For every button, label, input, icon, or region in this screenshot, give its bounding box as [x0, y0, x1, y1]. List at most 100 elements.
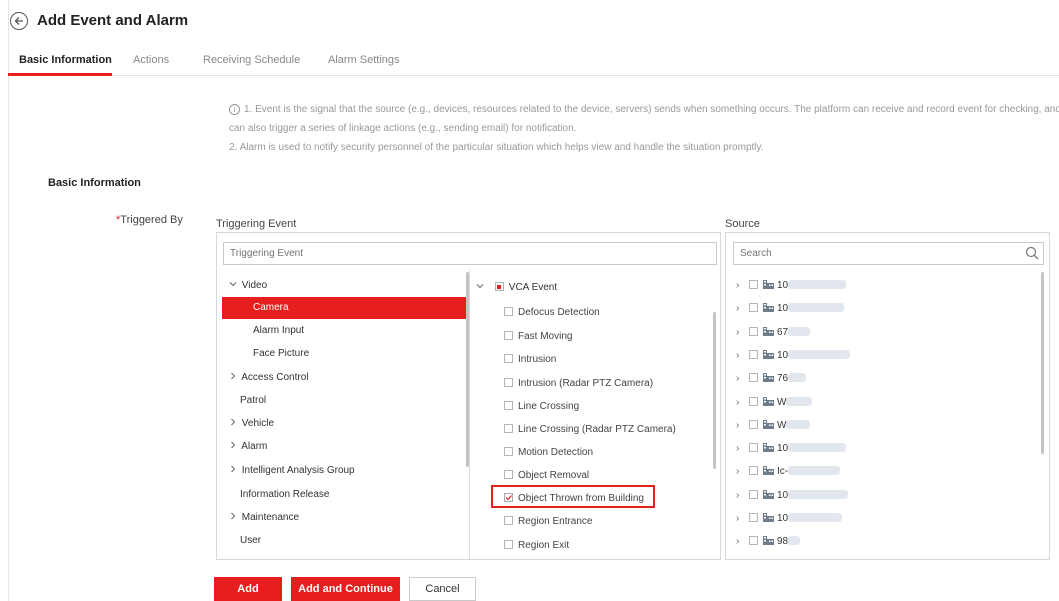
checkbox[interactable] [749, 490, 758, 499]
source-item[interactable]: › 67 [736, 326, 811, 338]
tree-item-access-control[interactable]: Access Control [229, 372, 308, 383]
tree-item-patrol[interactable]: Patrol [240, 395, 266, 406]
checkbox[interactable] [749, 536, 758, 545]
redacted-text [788, 443, 847, 452]
search-icon[interactable] [1025, 246, 1039, 260]
info-line-3: 2. Alarm is used to notify security pers… [229, 142, 764, 153]
event-item[interactable]: Motion Detection [504, 447, 593, 458]
event-group-vca[interactable]: VCA Event [476, 282, 557, 293]
checkbox[interactable] [749, 466, 758, 475]
chevron-right-icon[interactable]: › [736, 280, 749, 291]
checkbox[interactable] [749, 397, 758, 406]
chevron-right-icon[interactable]: › [736, 350, 749, 361]
add-and-continue-button[interactable]: Add and Continue [291, 577, 400, 601]
event-item[interactable]: Fast Moving [504, 331, 572, 342]
tree-item-alarm[interactable]: Alarm [229, 441, 267, 452]
source-item[interactable]: › 98 [736, 535, 801, 547]
tree-item-intelligent-analysis-group[interactable]: Intelligent Analysis Group [229, 465, 355, 476]
checkbox-partial[interactable] [494, 282, 504, 291]
triggering-event-input[interactable] [223, 242, 717, 265]
checkbox[interactable] [749, 327, 758, 336]
tree-item-video[interactable]: Video [229, 280, 267, 291]
source-item[interactable]: › Ic- [736, 465, 841, 477]
checkbox[interactable] [749, 443, 758, 452]
chevron-right-icon[interactable]: › [736, 513, 749, 524]
chevron-right-icon[interactable]: › [736, 490, 749, 501]
event-item[interactable]: Intrusion (Radar PTZ Camera) [504, 378, 653, 389]
chevron-right-icon[interactable] [229, 418, 239, 429]
source-item[interactable]: › W [736, 396, 813, 408]
checkbox[interactable] [749, 513, 758, 522]
event-item[interactable]: Region Exit [504, 540, 569, 551]
source-item[interactable]: › 10 [736, 349, 851, 361]
chevron-right-icon[interactable]: › [736, 443, 749, 454]
source-label: 98 [777, 536, 789, 547]
chevron-right-icon[interactable] [229, 441, 239, 452]
source-scrollbar[interactable] [1041, 272, 1044, 454]
tab-basic-information[interactable]: Basic Information [19, 54, 112, 66]
tree-item-alarm-input[interactable]: Alarm Input [253, 325, 304, 336]
tab-alarm-settings[interactable]: Alarm Settings [328, 54, 400, 66]
back-arrow-icon[interactable] [10, 12, 28, 30]
category-scrollbar[interactable] [466, 272, 469, 467]
chevron-down-icon[interactable] [476, 282, 486, 293]
source-item[interactable]: › 10 [736, 512, 843, 524]
checkbox[interactable] [504, 424, 513, 433]
checkbox[interactable] [504, 470, 513, 479]
checkbox[interactable] [504, 401, 513, 410]
checkbox[interactable] [504, 447, 513, 456]
checkbox[interactable] [504, 378, 513, 387]
checkbox[interactable] [749, 350, 758, 359]
tree-item-camera[interactable]: Camera [222, 297, 467, 319]
source-item[interactable]: › 10 [736, 279, 847, 291]
tree-item-maintenance[interactable]: Maintenance [229, 512, 299, 523]
redacted-text [788, 350, 851, 359]
chevron-right-icon[interactable]: › [736, 466, 749, 477]
checkbox[interactable] [749, 373, 758, 382]
add-button[interactable]: Add [214, 577, 282, 601]
cancel-button[interactable]: Cancel [409, 577, 476, 601]
source-label: 10 [777, 280, 789, 291]
chevron-right-icon[interactable]: › [736, 397, 749, 408]
event-item[interactable]: Line Crossing [504, 401, 579, 412]
event-item[interactable]: Region Entrance [504, 516, 593, 527]
source-item[interactable]: › 76 [736, 372, 807, 384]
event-item[interactable]: Line Crossing (Radar PTZ Camera) [504, 424, 676, 435]
checkbox[interactable] [504, 331, 513, 340]
chevron-right-icon[interactable]: › [736, 373, 749, 384]
event-label: Region Entrance [518, 516, 593, 527]
search-input[interactable] [733, 242, 1044, 265]
source-item[interactable]: › W [736, 419, 811, 431]
tab-receiving-schedule[interactable]: Receiving Schedule [203, 54, 300, 66]
chevron-down-icon[interactable] [229, 280, 239, 291]
building-icon [763, 466, 774, 475]
chevron-right-icon[interactable] [229, 465, 239, 476]
page-title: Add Event and Alarm [37, 12, 189, 29]
tree-item-information-release[interactable]: Information Release [240, 489, 330, 500]
checkbox[interactable] [504, 540, 513, 549]
chevron-right-icon[interactable]: › [736, 420, 749, 431]
tree-item-vehicle[interactable]: Vehicle [229, 418, 274, 429]
checkbox[interactable] [749, 280, 758, 289]
event-item[interactable]: Object Removal [504, 470, 589, 481]
tree-item-face-picture[interactable]: Face Picture [253, 348, 309, 359]
checkbox[interactable] [504, 307, 513, 316]
tab-actions[interactable]: Actions [133, 54, 169, 66]
checkbox[interactable] [749, 303, 758, 312]
event-item[interactable]: Defocus Detection [504, 307, 600, 318]
chevron-right-icon[interactable]: › [736, 536, 749, 547]
chevron-right-icon[interactable] [229, 512, 239, 523]
checkbox[interactable] [504, 516, 513, 525]
source-item[interactable]: › 10 [736, 442, 847, 454]
source-item[interactable]: › 10 [736, 302, 845, 314]
event-item[interactable]: Intrusion [504, 354, 556, 365]
chevron-right-icon[interactable]: › [736, 303, 749, 314]
chevron-right-icon[interactable] [229, 372, 239, 383]
event-scrollbar[interactable] [713, 312, 716, 469]
checkbox[interactable] [749, 420, 758, 429]
tree-item-user[interactable]: User [240, 535, 261, 546]
event-label: Line Crossing (Radar PTZ Camera) [518, 424, 676, 435]
checkbox[interactable] [504, 354, 513, 363]
source-item[interactable]: › 10 [736, 489, 849, 501]
chevron-right-icon[interactable]: › [736, 327, 749, 338]
